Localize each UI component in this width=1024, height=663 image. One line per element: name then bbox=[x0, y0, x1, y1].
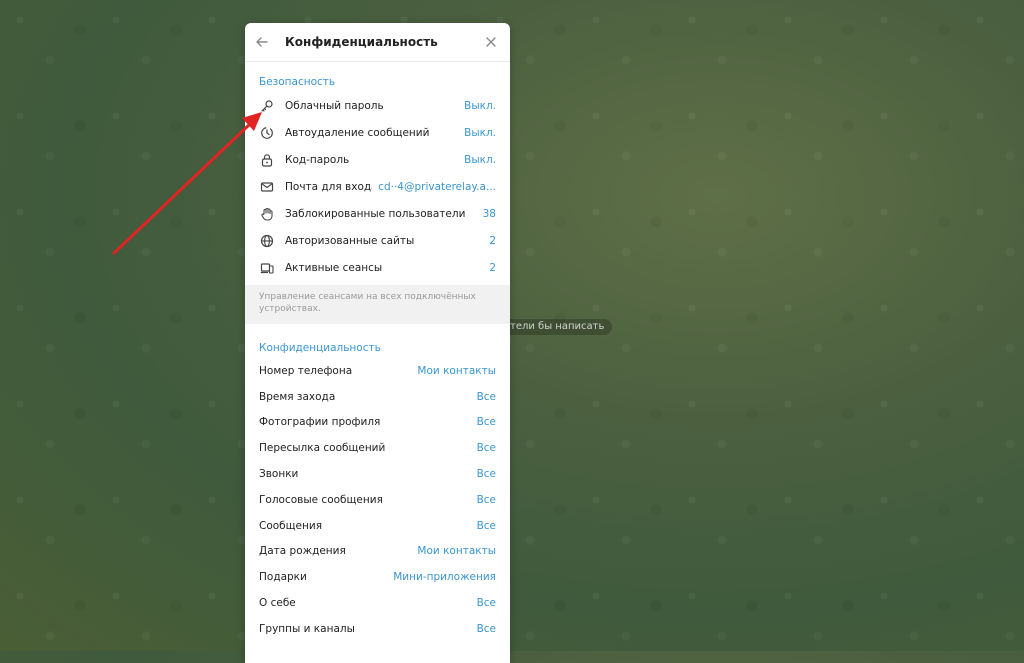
timer-icon bbox=[259, 125, 275, 141]
row-label: Заблокированные пользователи bbox=[285, 207, 466, 220]
row-profile-photos[interactable]: Фотографии профиля Все bbox=[245, 410, 510, 436]
row-label: Активные сеансы bbox=[285, 261, 383, 274]
row-birthday[interactable]: Дата рождения Мои контакты bbox=[245, 539, 510, 565]
globe-icon bbox=[259, 233, 275, 249]
row-login-email[interactable]: Почта для входа cd··4@privaterelay.a... bbox=[245, 173, 510, 200]
row-label: О себе bbox=[259, 597, 296, 610]
row-label: Звонки bbox=[259, 468, 299, 481]
row-value: cd··4@privaterelay.a... bbox=[378, 180, 496, 193]
row-label: Время захода bbox=[259, 390, 336, 403]
back-arrow-icon bbox=[256, 37, 268, 47]
row-blocked-users[interactable]: Заблокированные пользователи 38 bbox=[245, 200, 510, 227]
privacy-section-title: Конфиденциальность bbox=[259, 342, 381, 354]
close-button[interactable] bbox=[472, 23, 510, 61]
row-value: Все bbox=[476, 622, 496, 635]
row-authorized-sites[interactable]: Авторизованные сайты 2 bbox=[245, 227, 510, 254]
row-value: Мини-приложения bbox=[393, 571, 496, 584]
row-value: 2 bbox=[489, 261, 496, 274]
row-value: Мои контакты bbox=[417, 545, 496, 558]
row-cloud-password[interactable]: Облачный пароль Выкл. bbox=[245, 92, 510, 119]
row-label: Пересылка сообщений bbox=[259, 442, 386, 455]
row-auto-delete[interactable]: Автоудаление сообщений Выкл. bbox=[245, 119, 510, 146]
row-value: Все bbox=[476, 416, 496, 429]
row-passcode[interactable]: Код-пароль Выкл. bbox=[245, 146, 510, 173]
row-label: Почта для входа bbox=[285, 180, 373, 193]
row-value: Все bbox=[476, 493, 496, 506]
row-last-seen[interactable]: Время захода Все bbox=[245, 384, 510, 410]
privacy-settings-panel: Конфиденциальность Безопасность Облачный… bbox=[245, 23, 510, 663]
row-active-sessions[interactable]: Активные сеансы 2 bbox=[245, 254, 510, 281]
lock-icon bbox=[259, 152, 275, 168]
row-label: Авторизованные сайты bbox=[285, 234, 415, 247]
close-icon bbox=[486, 37, 496, 47]
row-messages[interactable]: Сообщения Все bbox=[245, 513, 510, 539]
row-gifts[interactable]: Подарки Мини-приложения bbox=[245, 564, 510, 590]
security-section-title: Безопасность bbox=[259, 76, 336, 88]
row-value: Все bbox=[476, 597, 496, 610]
row-voice-messages[interactable]: Голосовые сообщения Все bbox=[245, 487, 510, 513]
row-forwarded-messages[interactable]: Пересылка сообщений Все bbox=[245, 435, 510, 461]
row-label: Облачный пароль bbox=[285, 99, 384, 112]
row-value: Выкл. bbox=[464, 126, 496, 139]
row-calls[interactable]: Звонки Все bbox=[245, 461, 510, 487]
row-label: Группы и каналы bbox=[259, 622, 355, 635]
sessions-note: Управление сеансами на всех подключённых… bbox=[245, 285, 510, 324]
row-label: Сообщения bbox=[259, 519, 323, 532]
back-button[interactable] bbox=[245, 23, 279, 61]
row-value: Все bbox=[476, 519, 496, 532]
devices-icon bbox=[259, 260, 275, 276]
row-label: Голосовые сообщения bbox=[259, 493, 383, 506]
mail-icon bbox=[259, 179, 275, 195]
row-value: 38 bbox=[482, 207, 496, 220]
row-label: Номер телефона bbox=[259, 364, 353, 377]
row-phone-number[interactable]: Номер телефона Мои контакты bbox=[245, 358, 510, 384]
panel-header: Конфиденциальность bbox=[245, 23, 510, 62]
row-label: Код-пароль bbox=[285, 153, 350, 166]
panel-title: Конфиденциальность bbox=[285, 35, 438, 49]
row-label: Дата рождения bbox=[259, 545, 346, 558]
hand-icon bbox=[259, 206, 275, 222]
row-value: Все bbox=[476, 468, 496, 481]
row-groups-channels[interactable]: Группы и каналы Все bbox=[245, 616, 510, 642]
row-value: Мои контакты bbox=[417, 364, 496, 377]
row-bio[interactable]: О себе Все bbox=[245, 590, 510, 616]
row-value: Выкл. bbox=[464, 153, 496, 166]
row-value: Все bbox=[476, 442, 496, 455]
row-label: Подарки bbox=[259, 571, 307, 584]
row-value: Все bbox=[476, 390, 496, 403]
row-label: Фотографии профиля bbox=[259, 416, 381, 429]
row-label: Автоудаление сообщений bbox=[285, 126, 430, 139]
key-icon bbox=[259, 98, 275, 114]
chat-hint-bubble: тели бы написать bbox=[500, 319, 613, 335]
row-value: Выкл. bbox=[464, 99, 496, 112]
row-value: 2 bbox=[489, 234, 496, 247]
